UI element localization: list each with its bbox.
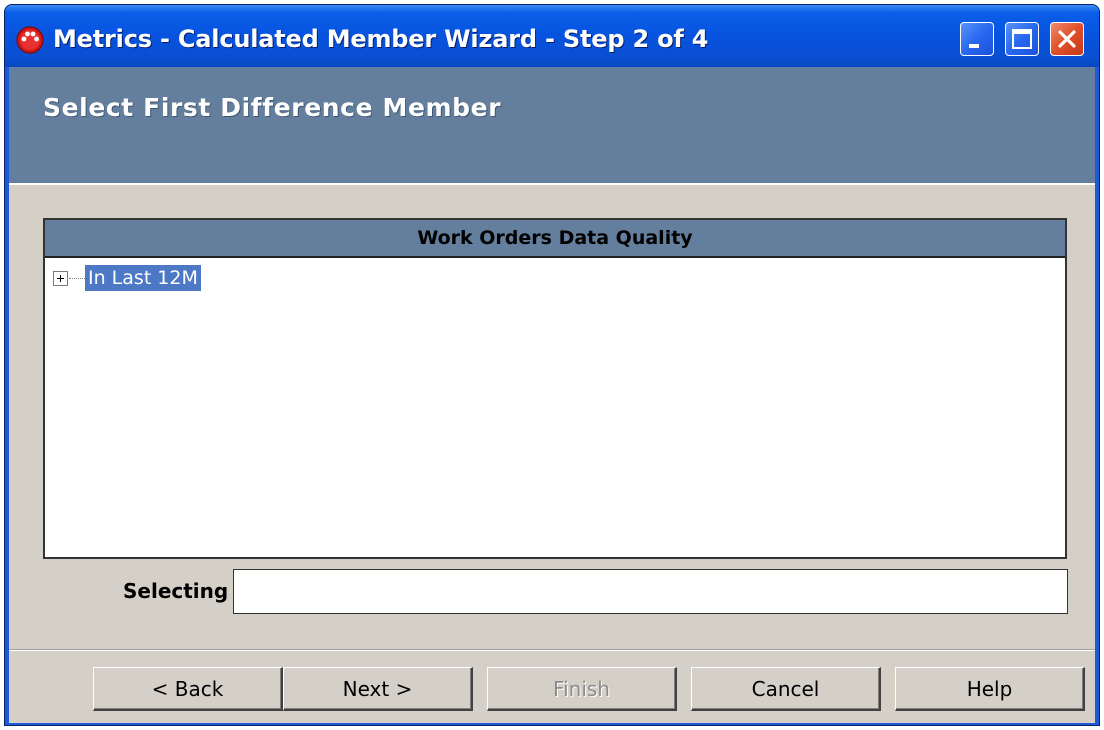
help-button[interactable]: Help: [895, 667, 1085, 711]
maximize-icon: [1012, 29, 1032, 49]
finish-button: Finish: [487, 667, 677, 711]
tree-item-label[interactable]: In Last 12M: [85, 265, 201, 291]
minimize-icon: [969, 44, 979, 48]
footer-divider-highlight: [9, 650, 1095, 651]
close-icon: [1058, 30, 1076, 48]
title-bar[interactable]: Metrics - Calculated Member Wizard - Ste…: [5, 5, 1099, 67]
selecting-field[interactable]: [233, 569, 1068, 614]
wizard-window: Metrics - Calculated Member Wizard - Ste…: [4, 4, 1100, 726]
cancel-button[interactable]: Cancel: [691, 667, 881, 711]
tree-header: Work Orders Data Quality: [45, 220, 1065, 258]
dialog-client-area: Select First Difference Member Work Orde…: [9, 67, 1095, 723]
next-button[interactable]: Next >: [283, 667, 473, 711]
step-header: Select First Difference Member: [9, 67, 1095, 183]
plus-icon[interactable]: [53, 271, 68, 286]
window-title: Metrics - Calculated Member Wizard - Ste…: [53, 25, 709, 53]
back-button[interactable]: < Back: [93, 667, 283, 711]
minimize-button[interactable]: [960, 22, 994, 56]
header-divider: [9, 183, 1095, 185]
app-icon: [16, 26, 44, 54]
step-title: Select First Difference Member: [43, 93, 502, 122]
selecting-label: Selecting: [123, 579, 229, 603]
maximize-button[interactable]: [1005, 22, 1039, 56]
close-button[interactable]: [1050, 22, 1084, 56]
member-tree[interactable]: Work Orders Data Quality In Last 12M: [43, 218, 1067, 559]
